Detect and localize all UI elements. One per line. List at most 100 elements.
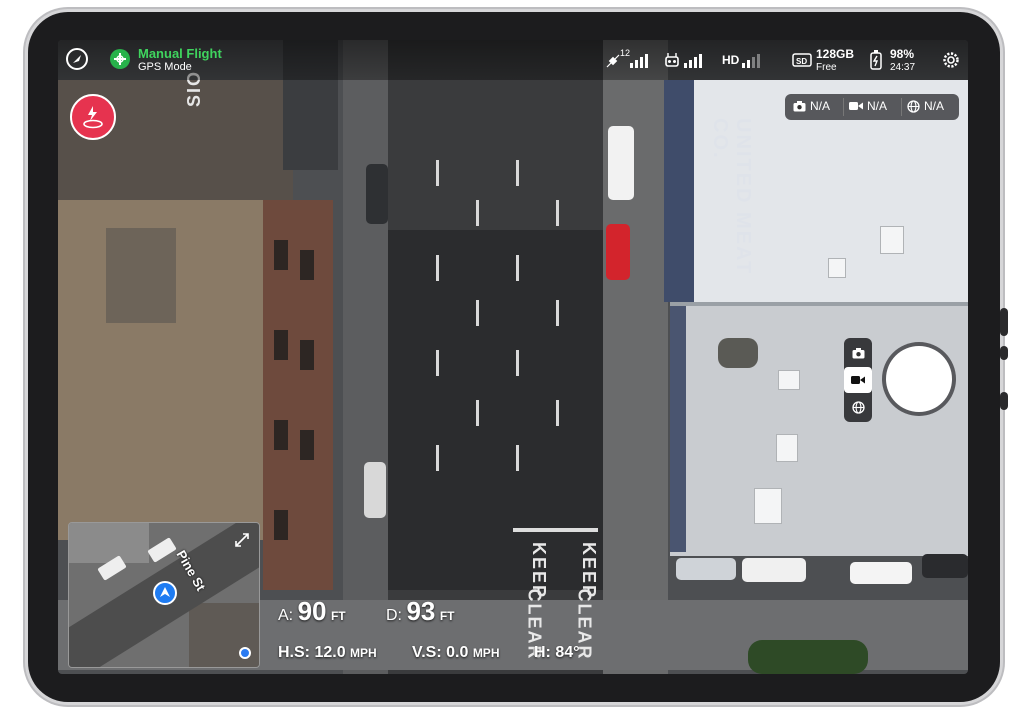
side-button [1000,392,1008,410]
expand-icon[interactable] [233,531,251,549]
storage-value: 128GB [816,47,855,61]
scene-car [606,224,630,280]
battery-icon [870,50,882,75]
vertical-speed-readout: V.S: 0.0 MPH [412,644,499,662]
altitude-readout: A: 90 FT [278,596,346,627]
camera-icon [793,100,806,111]
scene-window [274,240,288,270]
distance-label: D: [386,607,402,624]
camera-feed: SIO UNITED MEAT CO. KEEP KEEP CLEAR CLEA… [58,40,968,674]
hd-signal-bars [742,54,760,68]
divider [901,98,902,116]
minimap[interactable]: Pine St [68,522,260,668]
lane-marking [436,445,439,471]
distance-value: 93 [406,596,436,626]
scene-roof-vent [778,370,800,390]
photo-info: N/A [793,99,830,113]
lane-marking [556,400,559,426]
storage-label: Free [816,62,837,73]
scene-rooftop-structure [106,228,176,323]
scene-car [742,558,806,582]
sd-card-icon: SD [792,52,812,73]
scene-sidewalk [343,40,388,674]
video-mode-button[interactable] [844,367,872,393]
aircraft-icon [153,581,177,605]
vspeed-value: 0.0 [446,644,469,661]
side-button [1000,346,1008,360]
hspeed-unit: MPH [350,646,377,660]
shutter-button[interactable] [886,346,952,412]
altitude-label: A: [278,607,294,624]
horizontal-speed-readout: H.S: 12.0 MPH [278,644,377,662]
gps-signal-bars [630,54,648,68]
hd-signal-icon: HD [722,53,740,67]
svg-text:SD: SD [796,57,807,66]
heading-readout: H: 84° [534,644,580,662]
gps-icon [110,49,130,69]
scene-car [850,562,912,584]
globe-icon [907,99,920,113]
stop-line [513,528,598,532]
lane-marking [556,200,559,226]
heading-label: H: [534,644,551,661]
scene-building-wall [664,80,694,302]
capture-mode-selector [844,338,872,422]
video-info-value: N/A [867,99,888,113]
scene-roof-stain [718,338,758,368]
vspeed-label: V.S: [412,644,442,661]
capture-info-pill: N/A N/A N/A [785,94,959,120]
scene-roof-vent [828,258,846,278]
scene-car [364,462,386,518]
video-info: N/A [849,99,887,113]
scene-tree [748,640,868,674]
location-dot-icon [239,647,251,659]
side-button [1000,308,1008,336]
globe-icon [851,400,865,414]
scene-window [274,420,288,450]
scene-car [676,558,736,580]
status-bar: Manual Flight GPS Mode 12 HD SD 128GB Fr… [58,40,968,80]
scene-window [300,250,314,280]
scene-window [300,340,314,370]
settings-icon[interactable] [942,51,960,74]
scene-window [300,430,314,460]
panorama-mode-button[interactable] [844,394,872,420]
lane-marking [516,160,519,186]
home-icon[interactable] [66,48,88,70]
photo-mode-button[interactable] [844,340,872,366]
scene-building-wall [670,306,686,552]
hspeed-value: 12.0 [314,644,346,661]
lane-marking [516,445,519,471]
scene-rooftop [670,302,968,556]
lane-marking [556,300,559,326]
distance-unit: FT [439,609,455,623]
remote-signal-icon [664,52,680,73]
takeoff-icon [81,104,105,135]
hspeed-label: H.S: [278,644,310,661]
scene-roof-vent [880,226,904,254]
satellite-count: 12 [620,48,631,58]
video-icon [851,376,865,384]
scene-car [366,164,388,224]
lane-marking [436,160,439,186]
battery-time: 24:37 [890,62,916,73]
scene-window [274,510,288,540]
photo-info-value: N/A [810,99,831,113]
camera-icon [852,347,864,358]
flight-mode-title[interactable]: Manual Flight [138,46,222,61]
scene-roof-vent [776,434,798,462]
heading-value: 84° [555,644,580,661]
satellite-icon [606,54,620,73]
remote-signal-bars [684,54,702,68]
lane-marking [436,255,439,281]
panorama-info-value: N/A [924,99,945,113]
divider [843,98,844,116]
altitude-value: 90 [297,596,327,626]
battery-percent: 98% [890,47,915,61]
minimap-vehicle [147,537,177,563]
vspeed-unit: MPH [472,646,500,660]
scene-roof-vent [754,488,782,524]
scene-building-sign: UNITED MEAT CO. [709,118,754,276]
takeoff-button[interactable] [70,94,116,140]
distance-readout: D: 93 FT [386,596,455,627]
